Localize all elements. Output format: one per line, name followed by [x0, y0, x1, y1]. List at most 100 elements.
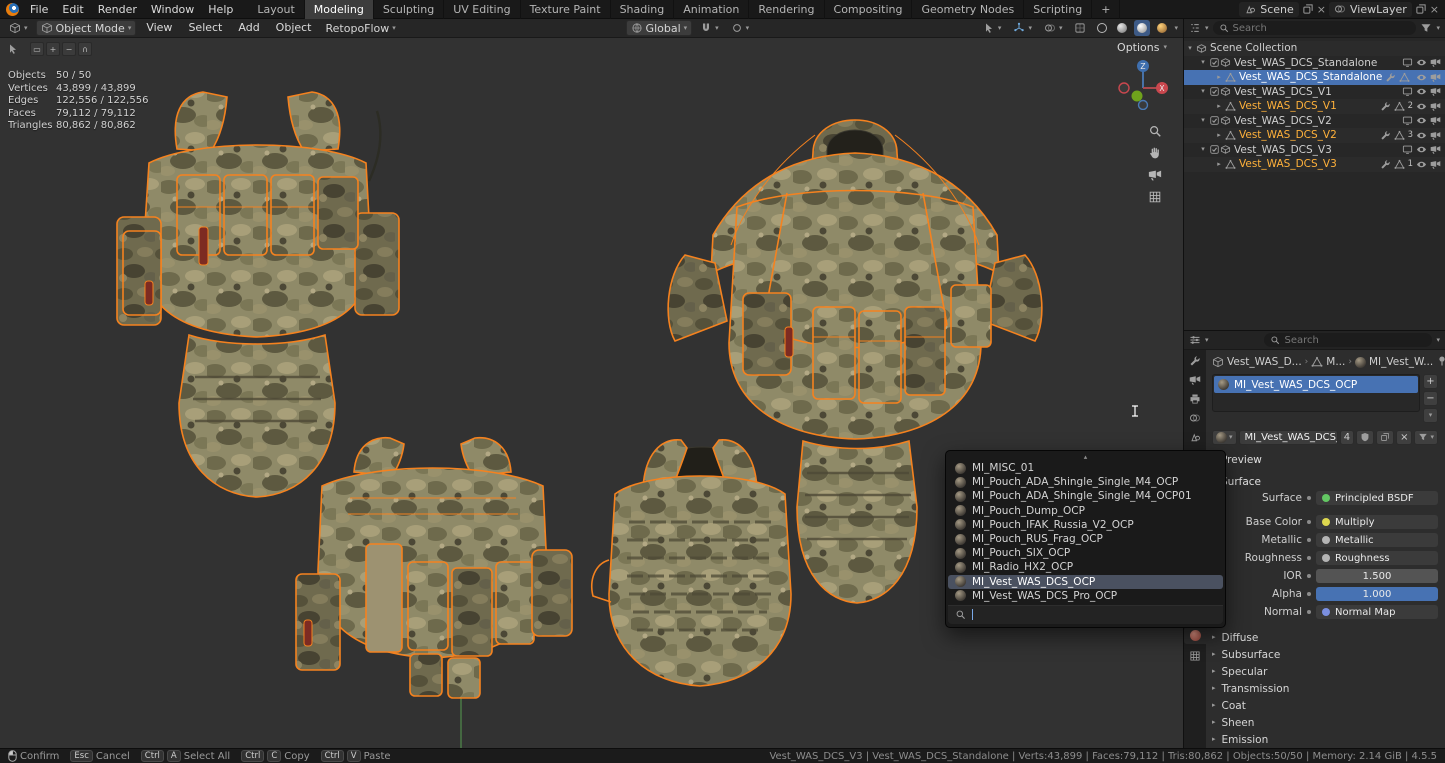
eye-icon[interactable] — [1416, 144, 1427, 155]
header-chevron[interactable]: ▾ — [1436, 337, 1440, 344]
tab-tool[interactable] — [1184, 352, 1206, 369]
options-dropdown[interactable]: Options▾ — [1117, 41, 1167, 54]
material-item[interactable]: MI_MISC_01 — [948, 461, 1223, 475]
new-scene-icon[interactable] — [1302, 3, 1314, 15]
menu-object[interactable]: Object — [270, 19, 318, 37]
material-slot-list[interactable]: MI_Vest_WAS_DCS_OCP — [1212, 374, 1420, 412]
navigation-gizmo[interactable]: Z X — [1117, 58, 1169, 110]
delete-scene-icon[interactable]: × — [1317, 3, 1326, 16]
tab-scripting[interactable]: Scripting — [1024, 0, 1092, 19]
material-item[interactable]: MI_Pouch_RUS_Frag_OCP — [948, 532, 1223, 546]
tab-rendering[interactable]: Rendering — [749, 0, 824, 19]
breadcrumb-material[interactable]: MI_Vest_W... — [1369, 356, 1433, 368]
tab-layout[interactable]: Layout — [248, 0, 304, 19]
collection-name[interactable]: Vest_WAS_DCS_Standalone — [1234, 57, 1377, 69]
camera-view-icon[interactable] — [1148, 168, 1162, 182]
browse-material-button[interactable]: ▾ — [1212, 430, 1237, 445]
expand-icon[interactable]: ▾ — [1197, 146, 1209, 153]
expand-icon[interactable]: ▾ — [1184, 45, 1196, 52]
overlays-dropdown[interactable]: ▾ — [1040, 20, 1067, 36]
panel-diffuse[interactable]: ▸Diffuse — [1212, 629, 1438, 646]
exclude-checkbox-icon[interactable] — [1209, 57, 1220, 68]
panel-transmission[interactable]: ▸Transmission — [1212, 680, 1438, 697]
material-item-highlighted[interactable]: MI_Vest_WAS_DCS_OCP — [948, 575, 1223, 589]
expand-icon[interactable]: ▸ — [1213, 132, 1225, 139]
panel-sheen[interactable]: ▸Sheen — [1212, 714, 1438, 731]
modifier-wrench-icon[interactable] — [1385, 72, 1396, 83]
xray-toggle[interactable] — [1070, 20, 1090, 36]
exclude-checkbox-icon[interactable] — [1209, 115, 1220, 126]
outliner-search-input[interactable]: Search — [1213, 21, 1417, 35]
eye-icon[interactable] — [1416, 115, 1427, 126]
viewport-canvas[interactable]: ▭ + − ∩ Options▾ Objects50 / 50 Vertices… — [0, 38, 1183, 748]
menu-add[interactable]: Add — [232, 19, 265, 37]
filter-icon[interactable] — [1420, 22, 1432, 34]
selectability-dropdown[interactable]: ▾ — [979, 20, 1006, 36]
object-name[interactable]: Vest_WAS_DCS_V2 — [1239, 129, 1337, 141]
add-workspace-button[interactable]: + — [1092, 0, 1120, 19]
panel-coat[interactable]: ▸Coat — [1212, 697, 1438, 714]
collection-row[interactable]: ▾ Vest_WAS_DCS_Standalone — [1184, 56, 1445, 71]
expand-icon[interactable]: ▸ — [1213, 161, 1225, 168]
eye-icon[interactable] — [1416, 159, 1427, 170]
menu-file[interactable]: File — [23, 0, 55, 19]
screen-icon[interactable] — [1402, 144, 1413, 155]
scene-selector[interactable]: Scene — [1239, 2, 1299, 17]
material-search-input[interactable] — [948, 605, 1223, 624]
breadcrumb-object[interactable]: Vest_WAS_D... — [1227, 356, 1302, 368]
gizmos-dropdown[interactable]: ▾ — [1009, 20, 1036, 36]
expand-icon[interactable]: ▸ — [1213, 74, 1225, 81]
menu-view[interactable]: View — [140, 19, 178, 37]
exclude-checkbox-icon[interactable] — [1209, 144, 1220, 155]
object-name[interactable]: Vest_WAS_DCS_V3 — [1239, 158, 1337, 170]
panel-preview[interactable]: ▾Preview — [1212, 452, 1438, 467]
eye-icon[interactable] — [1416, 57, 1427, 68]
select-new-icon[interactable]: ▭ — [30, 42, 44, 56]
collection-name[interactable]: Vest_WAS_DCS_V3 — [1234, 144, 1332, 156]
tab-view-layer[interactable] — [1184, 409, 1206, 426]
tab-render[interactable] — [1184, 371, 1206, 388]
expand-icon[interactable]: ▾ — [1197, 88, 1209, 95]
editor-type-button[interactable]: ▾ — [5, 20, 32, 36]
tab-output[interactable] — [1184, 390, 1206, 407]
material-item[interactable]: MI_Vest_WAS_DCS_Pro_OCP — [948, 589, 1223, 603]
material-name-field[interactable]: MI_Vest_WAS_DCS_OCP — [1239, 430, 1338, 445]
slot-specials-button[interactable]: ▾ — [1423, 408, 1438, 423]
tab-uv-editing[interactable]: UV Editing — [444, 0, 520, 19]
outliner-editor-icon[interactable] — [1189, 22, 1201, 34]
remove-slot-button[interactable]: − — [1423, 391, 1438, 406]
tab-modeling[interactable]: Modeling — [305, 0, 374, 19]
menu-render[interactable]: Render — [91, 0, 144, 19]
exclude-checkbox-icon[interactable] — [1209, 86, 1220, 97]
metallic-input[interactable]: Metallic — [1316, 533, 1438, 547]
camera-icon[interactable] — [1430, 144, 1441, 155]
roughness-input[interactable]: Roughness — [1316, 551, 1438, 565]
menu-edit[interactable]: Edit — [55, 0, 90, 19]
object-row[interactable]: ▸ Vest_WAS_DCS_V2 3 — [1184, 128, 1445, 143]
camera-icon[interactable] — [1430, 130, 1441, 141]
mesh-data-icon[interactable] — [1394, 159, 1405, 170]
viewlayer-selector[interactable]: ViewLayer — [1329, 2, 1412, 17]
material-item[interactable]: MI_Pouch_IFAK_Russia_V2_OCP — [948, 518, 1223, 532]
expand-icon[interactable]: ▸ — [1213, 103, 1225, 110]
tab-sculpting[interactable]: Sculpting — [374, 0, 444, 19]
camera-icon[interactable] — [1430, 115, 1441, 126]
camera-icon[interactable] — [1430, 72, 1441, 83]
panel-surface[interactable]: ▾Surface — [1212, 474, 1438, 489]
object-row[interactable]: ▸ Vest_WAS_DCS_V1 2 — [1184, 99, 1445, 114]
shading-dropdown[interactable]: ▾ — [1174, 25, 1178, 32]
menu-window[interactable]: Window — [144, 0, 201, 19]
material-item[interactable]: MI_Pouch_ADA_Shingle_Single_M4_OCP — [948, 475, 1223, 489]
collection-name[interactable]: Vest_WAS_DCS_V1 — [1234, 86, 1332, 98]
shading-rendered-button[interactable] — [1154, 20, 1170, 36]
material-slot-row[interactable]: MI_Vest_WAS_DCS_OCP — [1214, 376, 1418, 393]
camera-icon[interactable] — [1430, 86, 1441, 97]
add-slot-button[interactable]: + — [1423, 374, 1438, 389]
object-name[interactable]: Vest_WAS_DCS_Standalone — [1239, 71, 1382, 83]
normal-input[interactable]: Normal Map — [1316, 605, 1438, 619]
scroll-up-icon[interactable]: ▴ — [948, 452, 1223, 461]
zoom-icon[interactable] — [1148, 124, 1162, 138]
select-extend-icon[interactable]: + — [46, 42, 60, 56]
unlink-material-button[interactable]: × — [1396, 430, 1412, 445]
panel-subsurface[interactable]: ▸Subsurface — [1212, 646, 1438, 663]
